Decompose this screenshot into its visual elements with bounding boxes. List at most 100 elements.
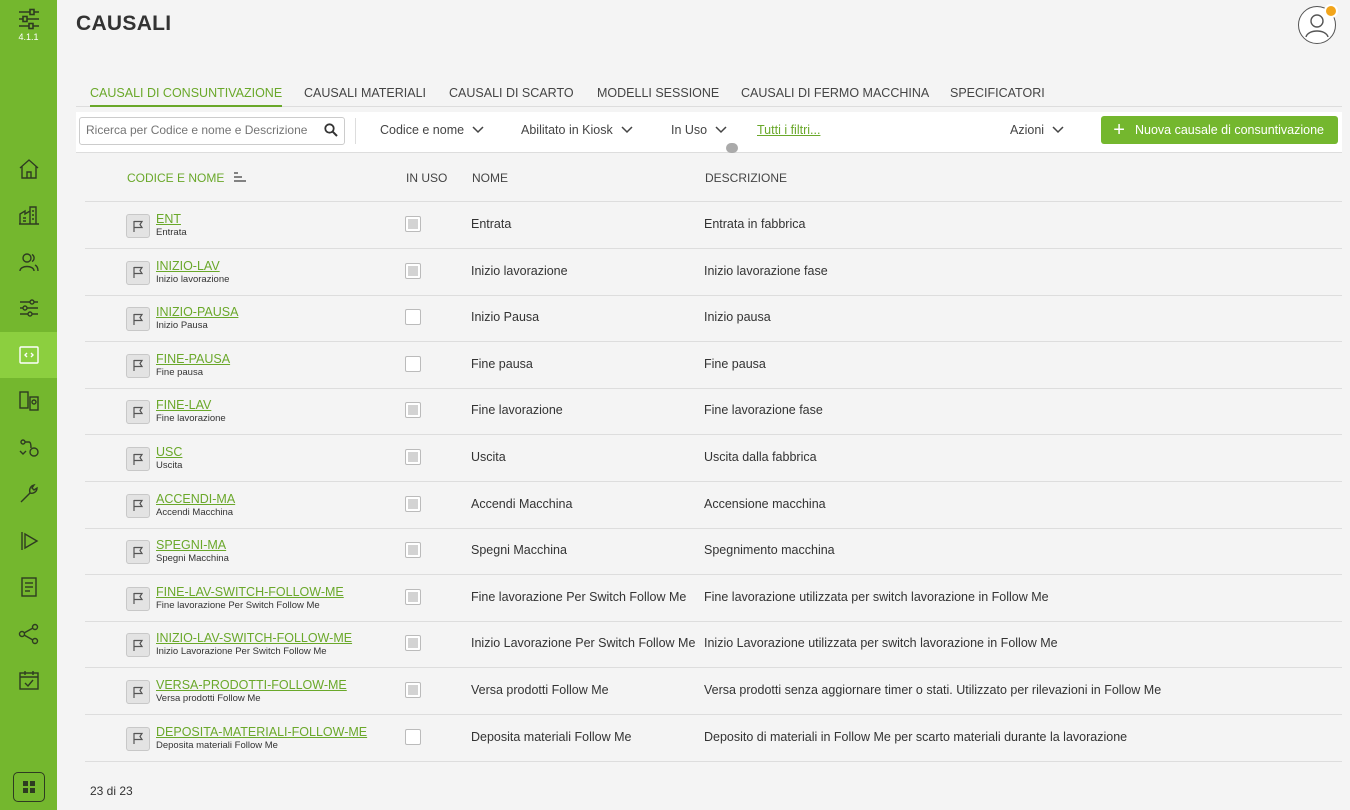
- actions-menu[interactable]: Azioni: [1010, 112, 1064, 148]
- filter-code-name[interactable]: Codice e nome: [380, 112, 484, 148]
- causale-code-link[interactable]: FINE-LAV: [156, 398, 211, 412]
- header-in-uso[interactable]: IN USO: [406, 171, 447, 185]
- search-icon[interactable]: [324, 123, 338, 137]
- in-uso-checkbox[interactable]: [405, 728, 421, 745]
- table-row[interactable]: FINE-PAUSA Fine pausa Fine pausa Fine pausa: [85, 342, 1342, 389]
- table-row[interactable]: INIZIO-LAV-SWITCH-FOLLOW-ME Inizio Lavora…: [85, 621, 1342, 669]
- chevron-down-icon: [472, 126, 484, 134]
- causale-code-subtitle: Entrata: [156, 227, 187, 238]
- causale-code-subtitle: Deposita materiali Follow Me: [156, 739, 278, 751]
- flag-icon: [126, 680, 150, 704]
- causale-name: Inizio Lavorazione Per Switch Follow Me: [471, 636, 696, 651]
- chevron-down-icon: [1052, 126, 1064, 134]
- sidebar: 4.1.1: [0, 0, 57, 810]
- table-row[interactable]: ACCENDI-MA Accendi Macchina Accendi Macchi…: [85, 482, 1342, 529]
- notification-badge: [1324, 4, 1338, 18]
- sidebar-item-play[interactable]: [0, 518, 57, 564]
- in-uso-checkbox[interactable]: [405, 309, 421, 326]
- table-row[interactable]: DEPOSITA-MATERIALI-FOLLOW-ME Deposita mat…: [85, 715, 1342, 762]
- causale-code-link[interactable]: ACCENDI-MA: [156, 492, 235, 506]
- causale-code-link[interactable]: SPEGNI-MA: [156, 538, 226, 552]
- factory-icon: [18, 206, 39, 225]
- filter-in-uso[interactable]: In Uso: [671, 112, 727, 148]
- tab-modelli-sessione[interactable]: MODELLI SESSIONE: [597, 80, 719, 106]
- filter-kiosk[interactable]: Abilitato in Kiosk: [521, 112, 633, 148]
- tab-causali-materiali[interactable]: CAUSALI MATERIALI: [304, 80, 426, 106]
- table-row[interactable]: FINE-LAV Fine lavorazione Fine lavorazione…: [85, 388, 1342, 436]
- table-row[interactable]: FINE-LAV-SWITCH-FOLLOW-ME Fine lavorazion…: [85, 575, 1342, 622]
- collapse-toolbar-handle[interactable]: [726, 143, 738, 153]
- sidebar-item-devices[interactable]: [0, 378, 57, 424]
- sidebar-item-settings[interactable]: [0, 285, 57, 331]
- causale-name: Uscita: [471, 450, 506, 464]
- causale-code-link[interactable]: FINE-PAUSA: [156, 352, 230, 366]
- in-uso-checkbox[interactable]: [405, 402, 421, 419]
- in-uso-checkbox[interactable]: [405, 588, 421, 605]
- header-code-name[interactable]: CODICE E NOME: [127, 171, 246, 185]
- app-logo[interactable]: 4.1.1: [0, 8, 57, 42]
- header-nome[interactable]: NOME: [472, 171, 508, 185]
- table-row[interactable]: INIZIO-LAV Inizio lavorazione Inizio lavor…: [85, 249, 1342, 296]
- causale-name: Fine pausa: [471, 356, 533, 371]
- sidebar-item-documents[interactable]: [0, 564, 57, 610]
- table-row[interactable]: SPEGNI-MA Spegni Macchina Spegni Macchina S…: [85, 528, 1342, 576]
- tab-specificatori[interactable]: SPECIFICATORI: [950, 80, 1045, 106]
- causale-description: Uscita dalla fabbrica: [704, 450, 817, 464]
- causale-code-link[interactable]: VERSA-PRODOTTI-FOLLOW-ME: [156, 678, 347, 692]
- causale-code-subtitle: Versa prodotti Follow Me: [156, 693, 261, 704]
- table-row[interactable]: INIZIO-PAUSA Inizio Pausa Inizio Pausa Iniz…: [85, 295, 1342, 343]
- in-uso-checkbox[interactable]: [405, 449, 421, 465]
- causale-code-link[interactable]: ENT: [156, 212, 181, 226]
- tab-causali-scarto[interactable]: CAUSALI DI SCARTO: [449, 80, 574, 106]
- sidebar-item-share[interactable]: [0, 611, 57, 657]
- causale-code-subtitle: Fine pausa: [156, 366, 204, 378]
- header-descrizione[interactable]: DESCRIZIONE: [705, 171, 787, 185]
- causale-code-link[interactable]: FINE-LAV-SWITCH-FOLLOW-ME: [156, 585, 344, 599]
- tab-causali-fermo-macchina[interactable]: CAUSALI DI FERMO MACCHINA: [741, 80, 929, 106]
- causale-name: Inizio Pausa: [471, 310, 540, 325]
- flag-icon: [126, 726, 150, 751]
- sidebar-item-factory[interactable]: [0, 192, 57, 238]
- main-content: CAUSALI CAUSALI DI CONSUNTIVAZIONE CAUSA…: [57, 0, 1350, 810]
- search-input[interactable]: [80, 118, 311, 142]
- new-causale-button[interactable]: + Nuova causale di consuntivazione: [1101, 116, 1338, 144]
- causale-code-subtitle: Accendi Macchina: [156, 506, 234, 518]
- causale-code-link[interactable]: DEPOSITA-MATERIALI-FOLLOW-ME: [156, 725, 367, 739]
- causale-name: Inizio lavorazione: [471, 263, 568, 278]
- causale-code-subtitle: Uscita: [156, 460, 183, 471]
- sidebar-item-maintenance[interactable]: [0, 471, 57, 517]
- table-row[interactable]: VERSA-PRODOTTI-FOLLOW-ME Versa prodotti F…: [85, 668, 1342, 715]
- sidebar-item-users[interactable]: [0, 239, 57, 285]
- in-uso-checkbox[interactable]: [405, 216, 421, 232]
- in-uso-checkbox[interactable]: [405, 635, 421, 652]
- in-uso-checkbox[interactable]: [405, 542, 421, 559]
- filter-kiosk-label: Abilitato in Kiosk: [521, 123, 613, 137]
- sidebar-item-home[interactable]: [0, 146, 57, 192]
- workflow-icon: [19, 439, 39, 457]
- causale-description: Spegnimento macchina: [704, 543, 835, 558]
- in-uso-checkbox[interactable]: [405, 355, 421, 372]
- causale-code-link[interactable]: INIZIO-LAV-SWITCH-FOLLOW-ME: [156, 631, 352, 645]
- sidebar-item-workflow[interactable]: [0, 425, 57, 471]
- causale-code-subtitle: Spegni Macchina: [156, 553, 229, 565]
- table-row[interactable]: ENT Entrata Entrata Entrata in fabbrica: [85, 202, 1342, 249]
- causale-code-link[interactable]: USC: [156, 445, 182, 459]
- in-uso-checkbox[interactable]: [405, 495, 421, 512]
- sidebar-item-calendar[interactable]: [0, 657, 57, 703]
- causale-description: Entrata in fabbrica: [704, 217, 806, 231]
- apps-grid-button[interactable]: [13, 772, 45, 802]
- sidebar-item-causali[interactable]: [0, 332, 57, 378]
- plus-icon: +: [1113, 119, 1125, 141]
- causale-description: Inizio Lavorazione utilizzata per switch…: [704, 636, 1058, 651]
- causale-name: Fine lavorazione: [471, 403, 563, 418]
- causale-code-subtitle: Fine lavorazione Per Switch Follow Me: [156, 599, 320, 611]
- in-uso-checkbox[interactable]: [405, 262, 421, 279]
- flag-icon: [126, 307, 150, 332]
- causale-name: Spegni Macchina: [471, 543, 567, 558]
- tab-causali-consuntivazione[interactable]: CAUSALI DI CONSUNTIVAZIONE: [90, 80, 283, 107]
- in-uso-checkbox[interactable]: [405, 682, 421, 698]
- causale-code-link[interactable]: INIZIO-PAUSA: [156, 305, 238, 319]
- all-filters-link[interactable]: Tutti i filtri...: [757, 112, 820, 148]
- causale-code-link[interactable]: INIZIO-LAV: [156, 259, 220, 273]
- table-row[interactable]: USC Uscita Uscita Uscita dalla fabbrica: [85, 435, 1342, 482]
